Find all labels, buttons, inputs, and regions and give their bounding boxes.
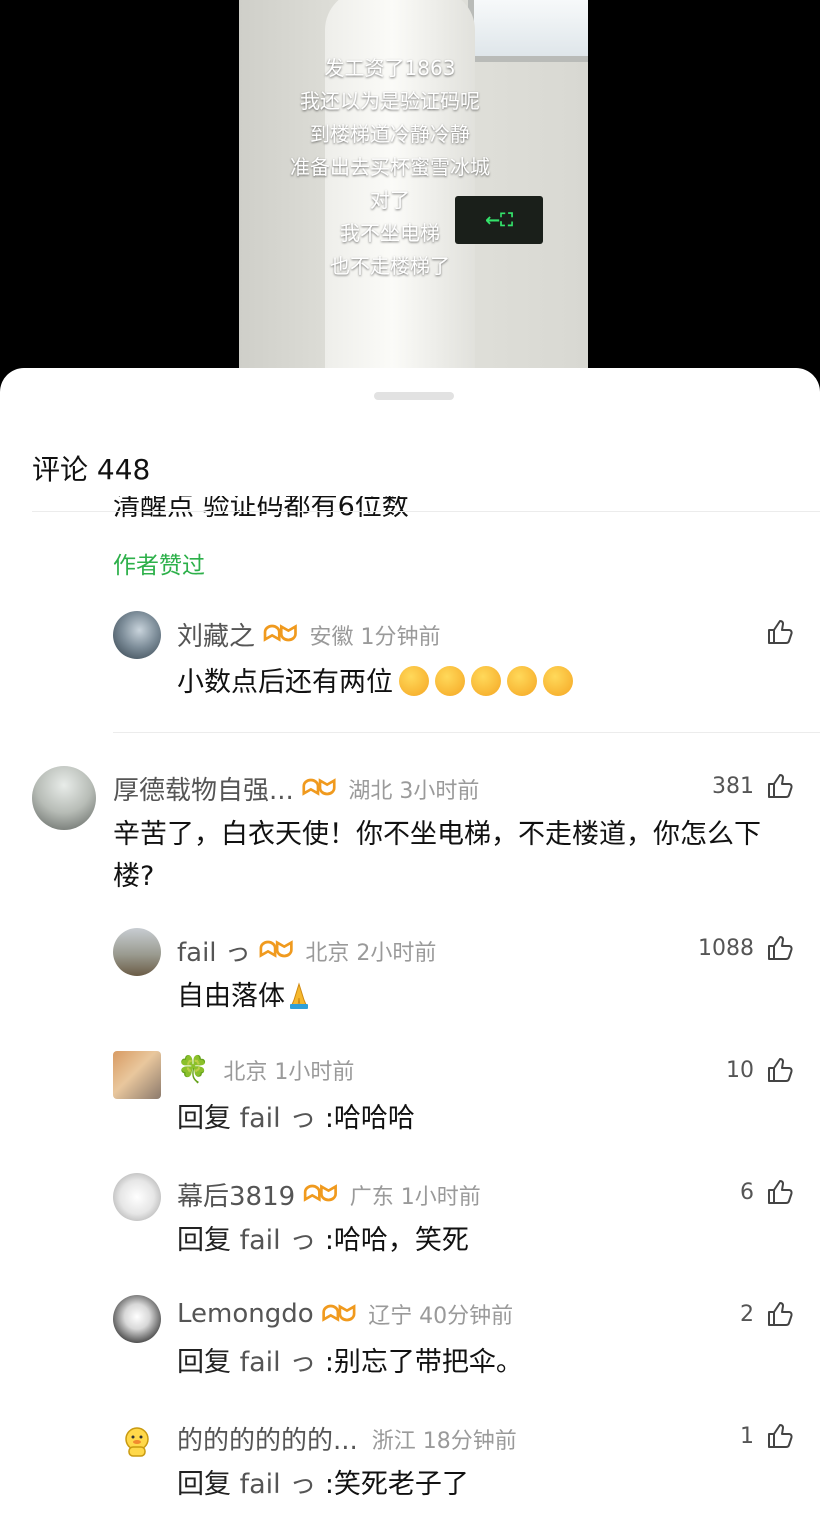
location-time: 安徽 1分钟前 (309, 624, 441, 650)
caption-line: 我还以为是验证码呢 (300, 89, 480, 113)
avatar[interactable] (113, 1173, 161, 1221)
like-count: 381 (712, 773, 754, 799)
caption-line: 到楼梯道冷静冷静 (310, 122, 470, 146)
location-time: 广东 1小时前 (349, 1184, 481, 1210)
badge-icon: ᗣᗢ (301, 776, 337, 801)
video-caption: 发工资了1863 我还以为是验证码呢 到楼梯道冷静冷静 准备出去买杯蜜雪冰城 对… (239, 52, 541, 283)
avatar[interactable] (113, 611, 161, 659)
reply-prefix: 回复 (177, 1469, 231, 1500)
location-time: 湖北 3小时前 (348, 778, 480, 804)
username[interactable]: 幕后3819 (177, 1176, 295, 1213)
thumb-up-icon[interactable] (766, 618, 794, 646)
location-time: 北京 1小时前 (223, 1060, 355, 1085)
caption-line: 发工资了1863 (324, 56, 456, 80)
like-count: 10 (726, 1057, 754, 1083)
badge-icon: ᗣᗢ (258, 938, 294, 963)
header-divider (32, 511, 820, 512)
username[interactable]: 🍀 (177, 1055, 209, 1085)
comment-divider (113, 732, 820, 733)
badge-icon: ᗣᗢ (321, 1301, 357, 1327)
avatar[interactable] (113, 1295, 161, 1343)
caption-line: 也不走楼梯了 (330, 254, 450, 278)
caption-line: 对了 (370, 188, 410, 212)
author-liked-label: 作者赞过 (113, 553, 205, 579)
comment-text: 小数点后还有两位 (177, 662, 573, 704)
thumb-up-icon[interactable] (766, 1178, 794, 1206)
thumb-up-icon[interactable] (766, 772, 794, 800)
comment-count-title: 评论 448 (32, 453, 151, 486)
comment-text: 回复 fail っ :哈哈哈 (177, 1103, 415, 1134)
badge-icon: ᗣᗢ (263, 622, 298, 647)
location-time: 浙江 18分钟前 (371, 1428, 517, 1454)
comment-text: 辛苦了，白衣天使！你不坐电梯，不走楼道，你怎么下楼? (113, 819, 761, 892)
thumb-up-icon[interactable] (766, 1300, 794, 1328)
laugh-cry-icon (399, 665, 429, 696)
username[interactable]: 厚德载物自强... (113, 770, 294, 807)
avatar[interactable] (113, 1051, 161, 1099)
laugh-cry-icon (543, 665, 573, 696)
reply-target[interactable]: fail っ (240, 1225, 317, 1256)
thumb-up-icon[interactable] (766, 1422, 794, 1450)
partial-comment-text: 清醒点 验证码都有6位数 (113, 496, 409, 522)
username[interactable]: fail っ (177, 932, 251, 969)
username[interactable]: 刘藏之 (177, 616, 255, 653)
username[interactable]: 的的的的的的... (177, 1420, 358, 1457)
laugh-cry-icon (507, 665, 537, 696)
location-time: 北京 2小时前 (305, 940, 437, 966)
thumb-up-icon[interactable] (766, 934, 794, 962)
laugh-cry-icon (435, 665, 465, 696)
comment-text: 自由落体 (177, 976, 313, 1018)
avatar[interactable] (113, 1417, 161, 1465)
like-count: 1088 (698, 935, 754, 961)
laugh-cry-icon (471, 665, 501, 696)
reply-target[interactable]: fail っ (240, 1347, 317, 1378)
thumb-up-icon[interactable] (766, 1056, 794, 1084)
comment-text: 回复 fail っ :别忘了带把伞。 (177, 1347, 523, 1378)
avatar[interactable] (113, 928, 161, 976)
reply-target[interactable]: fail っ (240, 1469, 317, 1500)
caption-line: 准备出去买杯蜜雪冰城 (290, 155, 490, 179)
location-time: 辽宁 40分钟前 (368, 1304, 514, 1329)
pray-icon (290, 981, 308, 1009)
duck-icon (125, 1427, 149, 1457)
reply-target[interactable]: fail っ (240, 1103, 317, 1134)
comment-sheet: 评论 448 清醒点 验证码都有6位数 作者赞过 刘藏之 ᗣᗢ 安徽 1分钟前 … (0, 368, 820, 1516)
caption-line: 我不坐电梯 (340, 221, 440, 245)
comment-text: 回复 fail っ :笑死老子了 (177, 1469, 469, 1500)
like-count: 6 (740, 1179, 754, 1205)
drag-handle[interactable] (374, 392, 454, 400)
reply-prefix: 回复 (177, 1103, 231, 1134)
avatar[interactable] (32, 766, 96, 830)
comment-text: 回复 fail っ :哈哈，笑死 (177, 1225, 469, 1256)
like-count: 2 (740, 1301, 754, 1327)
username[interactable]: Lemongdo (177, 1299, 314, 1329)
reply-prefix: 回复 (177, 1347, 231, 1378)
badge-icon: ᗣᗢ (303, 1182, 338, 1207)
reply-prefix: 回复 (177, 1225, 231, 1256)
like-count: 1 (740, 1423, 754, 1449)
